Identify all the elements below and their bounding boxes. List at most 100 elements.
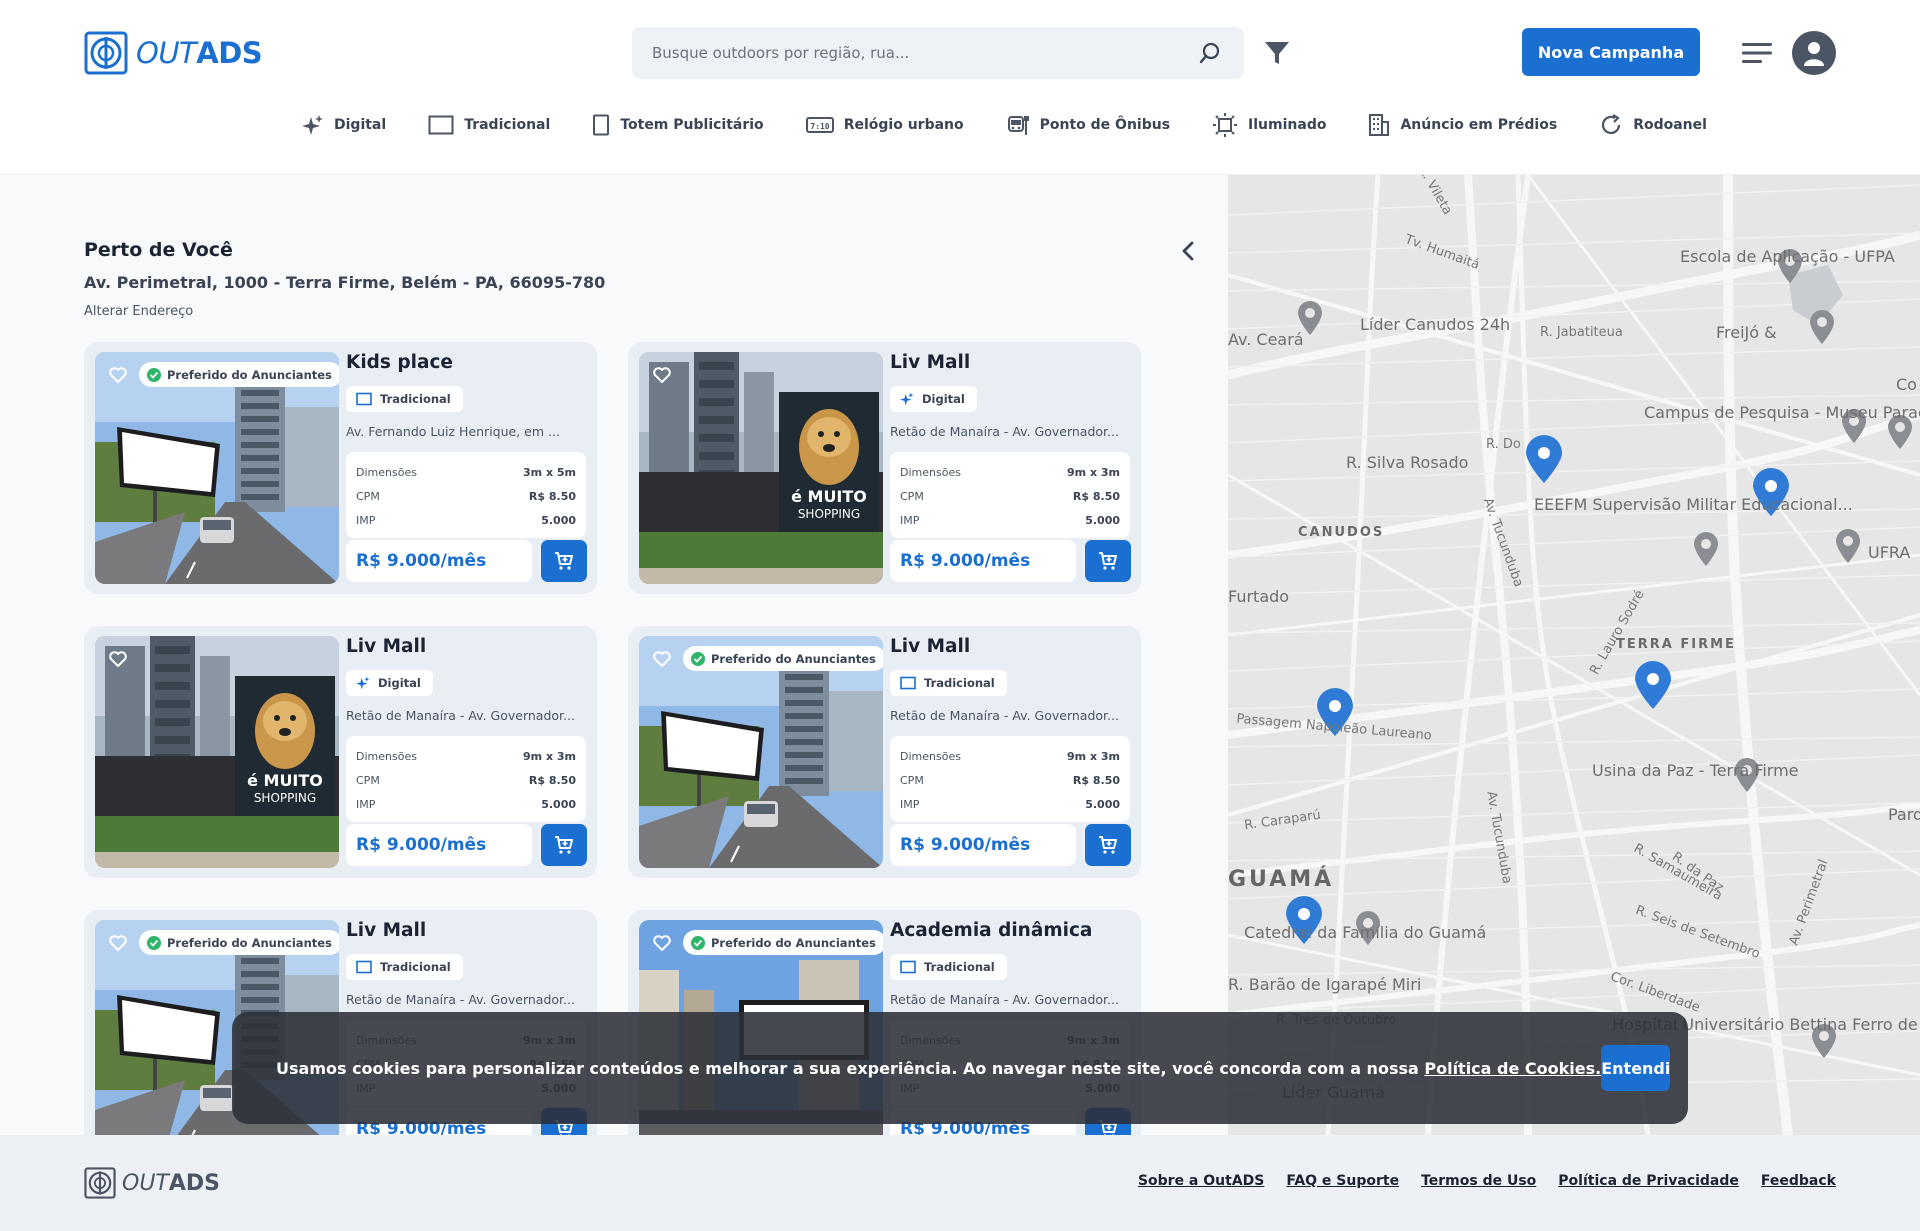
logo-text: OUTADS [136, 36, 263, 70]
search-icon[interactable] [1196, 39, 1224, 67]
search-input[interactable] [652, 44, 1196, 62]
footer: OUTADS Sobre a OutADS FAQ e Suporte Term… [0, 1135, 1920, 1231]
card-price: R$ 9.000/mês [890, 824, 1076, 866]
user-icon [1804, 42, 1824, 66]
change-address-link[interactable]: Alterar Endereço [84, 304, 193, 319]
listing-card[interactable]: é MUITO SHOPPING Liv Mall Digital Retão … [84, 626, 597, 878]
footer-link-feedback[interactable]: Feedback [1761, 1173, 1836, 1189]
footer-link-terms[interactable]: Termos de Uso [1421, 1173, 1536, 1189]
map-label: Parque Tecnol [1888, 805, 1920, 824]
billboard-photo[interactable]: Preferido do Anunciantes [95, 352, 339, 584]
spec-table: Dimensões9m x 3m CPMR$ 8.50 IMP5.000 [346, 736, 586, 822]
listing-card[interactable]: Preferido do Anunciantes Kids place Trad… [84, 342, 597, 594]
map-label: FreiJó & [1716, 323, 1777, 342]
category-label: Tradicional [464, 117, 551, 133]
heart-icon[interactable] [649, 646, 675, 672]
add-to-cart-button[interactable] [541, 540, 587, 582]
card-title[interactable]: Kids place [346, 352, 453, 373]
billboard-photo[interactable]: é MUITO SHOPPING [95, 636, 339, 868]
add-to-cart-button[interactable] [1085, 540, 1131, 582]
map-label: UFRA [1868, 543, 1911, 562]
category-relogio[interactable]: 7:10 Relógio urbano [805, 116, 964, 134]
filter-icon[interactable] [1262, 38, 1292, 68]
type-label: Tradicional [380, 392, 451, 406]
logo[interactable]: OUTADS [84, 30, 263, 76]
map-label: CANUDOS [1298, 525, 1385, 540]
category-rodoanel[interactable]: Rodoanel [1599, 113, 1707, 137]
category-predios[interactable]: Anúncio em Prédios [1368, 113, 1557, 137]
heart-icon[interactable] [649, 930, 675, 956]
preferred-badge: Preferido do Anunciantes [139, 930, 339, 955]
map-label: Co Hu [1896, 375, 1920, 394]
card-title[interactable]: Liv Mall [890, 352, 970, 373]
category-label: Rodoanel [1633, 117, 1707, 133]
totem-icon [593, 114, 610, 136]
preferred-label: Preferido do Anunciantes [711, 935, 876, 950]
bus-stop-icon [1007, 116, 1029, 135]
type-badge: Tradicional [890, 670, 1007, 696]
footer-links: Sobre a OutADS FAQ e Suporte Termos de U… [1138, 1173, 1836, 1189]
map[interactable]: R. Vileta Tv. Humaitá Escola de Aplicação … [1228, 175, 1920, 1135]
preferred-badge: Preferido do Anunciantes [139, 362, 339, 387]
spec-table: Dimensões9m x 3m CPMR$ 8.50 IMP5.000 [890, 452, 1130, 538]
user-avatar[interactable] [1792, 31, 1836, 75]
map-label: EEEFM Supervisão Militar Educacional... [1534, 495, 1853, 514]
add-to-cart-button[interactable] [541, 824, 587, 866]
map-label: R. Do [1486, 437, 1521, 452]
new-campaign-button[interactable]: Nova Campanha [1522, 28, 1700, 76]
billboard-photo[interactable]: é MUITO SHOPPING [639, 352, 883, 584]
spec-cpm: CPMR$ 8.50 [900, 489, 1120, 503]
footer-link-faq[interactable]: FAQ e Suporte [1286, 1173, 1399, 1189]
billboard-photo[interactable]: Preferido do Anunciantes [639, 636, 883, 868]
preferred-label: Preferido do Anunciantes [711, 651, 876, 666]
map-label: Líder Canudos 24h [1360, 315, 1511, 334]
sign-line1: é MUITO [791, 487, 867, 506]
type-badge: Digital [890, 386, 977, 412]
type-badge: Tradicional [890, 954, 1007, 980]
footer-link-privacy[interactable]: Política de Privacidade [1558, 1173, 1739, 1189]
preferred-label: Preferido do Anunciantes [167, 935, 332, 950]
card-title[interactable]: Academia dinâmica [890, 920, 1092, 941]
type-label: Digital [922, 392, 965, 406]
add-to-cart-button[interactable] [1085, 824, 1131, 866]
heart-icon[interactable] [105, 930, 131, 956]
category-iluminado[interactable]: Iluminado [1212, 113, 1326, 137]
category-tradicional[interactable]: Tradicional [428, 114, 550, 136]
lightbulb-icon [1213, 113, 1238, 137]
heart-icon[interactable] [649, 362, 675, 388]
heart-icon[interactable] [105, 646, 131, 672]
card-title[interactable]: Liv Mall [346, 920, 426, 941]
category-label: Anúncio em Prédios [1400, 117, 1558, 133]
category-bar: Digital Tradicional Totem Publicitário 7… [302, 110, 1749, 140]
cookie-accept-button[interactable]: Entendi [1601, 1045, 1671, 1091]
svg-text:7:10: 7:10 [810, 122, 829, 131]
cart-icon [1099, 552, 1117, 570]
category-totem[interactable]: Totem Publicitário [592, 114, 764, 136]
logo-icon [84, 31, 128, 75]
category-label: Totem Publicitário [620, 117, 764, 133]
clock-display-icon: 7:10 [805, 117, 834, 133]
category-digital[interactable]: Digital [302, 114, 386, 136]
header: OUTADS Nova Campanha Digital Tradicional… [0, 0, 1920, 175]
map-label: TERRA FIRME [1616, 637, 1736, 652]
logo-icon [84, 1167, 116, 1199]
footer-logo[interactable]: OUTADS [84, 1167, 220, 1199]
spec-imp: IMP5.000 [900, 513, 1120, 527]
hamburger-menu-icon[interactable] [1742, 40, 1772, 66]
chevron-left-icon[interactable] [1175, 237, 1203, 265]
spec-cpm: CPMR$ 8.50 [900, 773, 1120, 787]
card-title[interactable]: Liv Mall [890, 636, 970, 657]
footer-link-about[interactable]: Sobre a OutADS [1138, 1173, 1264, 1189]
listing-card[interactable]: Preferido do Anunciantes Liv Mall Tradic… [628, 626, 1141, 878]
section-title: Perto de Você [84, 239, 233, 261]
listing-card[interactable]: é MUITO SHOPPING Liv Mall Digital Retão … [628, 342, 1141, 594]
card-address: Av. Fernando Luiz Henrique, em ... [346, 424, 560, 439]
card-address: Retão de Manaíra - Av. Governador... [346, 708, 575, 723]
cookie-banner: Usamos cookies para personalizar conteúd… [232, 1012, 1688, 1124]
map-label: Usina da Paz - Terra Firme [1592, 761, 1799, 780]
heart-icon[interactable] [105, 362, 131, 388]
category-onibus[interactable]: Ponto de Ônibus [1006, 113, 1170, 137]
cookie-policy-link[interactable]: Política de Cookies. [1424, 1059, 1601, 1078]
type-badge: Digital [346, 670, 433, 696]
card-title[interactable]: Liv Mall [346, 636, 426, 657]
